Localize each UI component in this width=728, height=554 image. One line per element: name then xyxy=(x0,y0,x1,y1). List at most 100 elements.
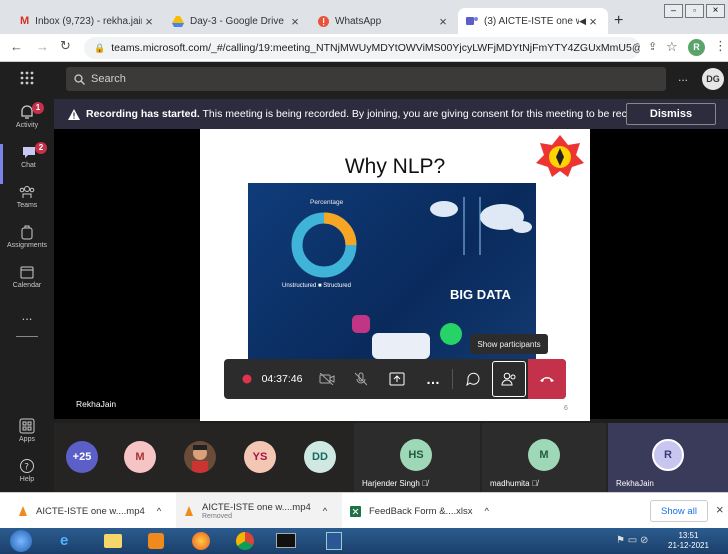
whatsapp-icon xyxy=(318,15,329,27)
close-icon[interactable]: × xyxy=(142,14,156,29)
rail-item-apps[interactable]: Apps xyxy=(0,418,54,458)
banner-bold: Recording has started. xyxy=(86,108,200,120)
show-all-button[interactable]: Show all xyxy=(650,500,708,522)
rail-label: Activity xyxy=(15,122,39,129)
teams-people-icon xyxy=(19,184,35,202)
rail-item-assignments[interactable]: Assignments xyxy=(0,224,54,264)
rail-item-calendar[interactable]: Calendar xyxy=(0,264,54,304)
presenter-name: RekhaJain xyxy=(76,399,117,409)
speaker-icon: ◀ xyxy=(579,15,586,26)
chevron-up-icon[interactable]: ^ xyxy=(323,506,327,517)
hang-up-button[interactable] xyxy=(528,359,566,399)
download-item[interactable]: AICTE-ISTE one w....mp4 Removed ^ xyxy=(176,493,342,529)
banner-text: This meeting is being recorded. By joini… xyxy=(202,108,626,120)
backpack-icon xyxy=(19,224,35,242)
app-launcher-icon[interactable] xyxy=(20,71,34,85)
tab-gmail[interactable]: M Inbox (9,723) - rekha.jain@ × xyxy=(12,8,164,34)
media-player-icon[interactable] xyxy=(148,533,164,549)
percentage-label: Percentage xyxy=(310,199,344,206)
device-graphic xyxy=(372,333,430,359)
rail-more-button[interactable]: ... xyxy=(0,308,54,328)
download-item[interactable]: FeedBack Form &....xlsx ^ xyxy=(350,493,510,529)
profile-avatar[interactable]: R xyxy=(688,39,705,56)
chevron-up-icon[interactable]: ^ xyxy=(484,506,488,517)
show-participants-button[interactable] xyxy=(492,361,526,397)
dismiss-button[interactable]: Dismiss xyxy=(626,103,716,125)
chevron-up-icon[interactable]: ^ xyxy=(157,506,161,517)
mic-muted-icon: 🎙̸ xyxy=(422,479,429,488)
participant-tile-self[interactable]: R RekhaJain xyxy=(608,423,728,492)
rail-item-activity[interactable]: 1 Activity xyxy=(0,102,54,144)
more-participants-avatar[interactable]: +25 xyxy=(66,441,98,473)
participant-photo-avatar[interactable] xyxy=(184,441,216,473)
search-input[interactable]: Search xyxy=(66,67,666,91)
tab-title: Day-3 - Google Drive xyxy=(190,15,284,27)
forward-arrow-icon[interactable]: → xyxy=(36,39,49,54)
chrome-icon[interactable] xyxy=(236,532,254,550)
browser-tab-strip: M Inbox (9,723) - rekha.jain@ × Day-3 - … xyxy=(0,0,728,34)
chat-toggle-button[interactable] xyxy=(458,359,488,399)
rail-label: Teams xyxy=(16,202,38,209)
more-actions-button[interactable]: … xyxy=(420,359,446,399)
maximize-button[interactable]: ▫ xyxy=(685,4,704,18)
timer-text: 04:37:46 xyxy=(261,373,303,385)
new-tab-button[interactable]: + xyxy=(614,12,623,30)
rail-label: Chat xyxy=(21,162,36,169)
firefox-icon[interactable] xyxy=(192,532,210,550)
folder-icon[interactable] xyxy=(104,534,122,548)
back-arrow-icon[interactable]: ← xyxy=(10,39,23,54)
kebab-menu-icon[interactable]: ⋮ xyxy=(714,38,727,54)
mic-toggle-button[interactable] xyxy=(346,359,376,399)
recording-banner: Recording has started. This meeting is b… xyxy=(54,99,728,129)
rail-item-teams[interactable]: Teams xyxy=(0,184,54,224)
close-icon[interactable]: × xyxy=(586,14,600,29)
close-icon[interactable]: × xyxy=(436,14,450,29)
system-tray-icons[interactable]: ⚑ ▭ ⊘ xyxy=(616,535,648,546)
phone-hangup-icon xyxy=(539,375,555,383)
calendar-icon xyxy=(19,264,35,282)
clock-time: 13:51 xyxy=(678,531,699,540)
share-screen-button[interactable] xyxy=(382,359,412,399)
teams-icon xyxy=(466,15,478,27)
teams-header: Search ... DG xyxy=(0,62,728,96)
close-icon[interactable]: × xyxy=(288,14,302,29)
word-icon[interactable] xyxy=(326,532,342,550)
tab-google-drive[interactable]: Day-3 - Google Drive × xyxy=(164,8,310,34)
clock-date: 21-12-2021 xyxy=(668,541,709,550)
chart-legend: Unstructured ■ Structured xyxy=(282,283,351,289)
address-bar[interactable]: 🔒 teams.microsoft.com/_#/calling/19:meet… xyxy=(84,37,640,59)
tab-teams-meeting[interactable]: (3) AICTE-ISTE one wee ◀ × xyxy=(458,8,608,34)
share-icon[interactable]: ⇪ xyxy=(648,40,657,53)
ie-icon[interactable]: e xyxy=(60,532,68,549)
participant-strip: +25 M YS DD HS Harjender Singh 🎙̸ M madh… xyxy=(54,423,728,492)
more-options-button[interactable]: ... xyxy=(678,70,688,84)
participant-name: madhumita 🎙̸ xyxy=(490,479,538,488)
close-downloads-icon[interactable]: × xyxy=(716,502,724,517)
start-button[interactable] xyxy=(10,530,32,552)
participant-name: RekhaJain xyxy=(616,479,654,488)
camera-off-icon xyxy=(319,373,335,385)
activity-badge: 1 xyxy=(32,102,44,114)
system-clock[interactable]: 13:51 21-12-2021 xyxy=(668,531,709,551)
participant-avatar[interactable]: DD xyxy=(304,441,336,473)
rail-item-chat[interactable]: 2 Chat xyxy=(0,142,54,184)
star-icon[interactable]: ☆ xyxy=(666,39,678,55)
close-window-button[interactable]: × xyxy=(706,4,725,18)
search-icon xyxy=(74,73,85,85)
user-avatar[interactable]: DG xyxy=(702,68,724,90)
participants-icon xyxy=(501,372,517,386)
minimize-button[interactable]: – xyxy=(664,4,683,18)
terminal-icon[interactable] xyxy=(276,533,296,548)
participant-avatar: R xyxy=(652,439,684,471)
reload-icon[interactable]: ↻ xyxy=(60,38,71,54)
participant-tile[interactable]: HS Harjender Singh 🎙̸ xyxy=(354,423,480,492)
search-placeholder: Search xyxy=(91,73,126,85)
participant-avatar: HS xyxy=(400,439,432,471)
participant-tile[interactable]: M madhumita 🎙̸ xyxy=(482,423,606,492)
participant-avatar[interactable]: M xyxy=(124,441,156,473)
participant-avatar[interactable]: YS xyxy=(244,441,276,473)
camera-toggle-button[interactable] xyxy=(312,359,342,399)
download-filename: AICTE-ISTE one w....mp4 xyxy=(202,502,311,513)
download-item[interactable]: AICTE-ISTE one w....mp4 ^ xyxy=(18,493,168,529)
tab-whatsapp[interactable]: WhatsApp × xyxy=(310,8,458,34)
